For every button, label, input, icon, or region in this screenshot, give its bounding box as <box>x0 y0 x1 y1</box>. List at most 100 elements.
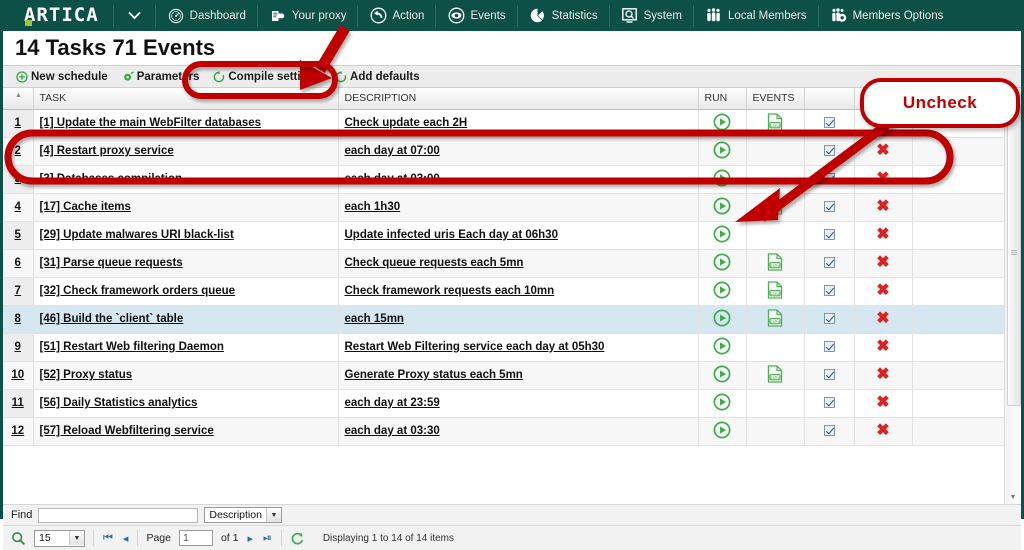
delete-cell[interactable]: ✖ <box>854 165 913 194</box>
delete-icon[interactable]: ✖ <box>876 339 889 355</box>
task-cell[interactable]: [29] Update malwares URI black-list <box>33 221 339 250</box>
nav-item-local-members[interactable]: Local Members <box>696 0 816 31</box>
delete-icon[interactable]: ✖ <box>876 283 889 299</box>
table-row[interactable]: 10 [52] Proxy status Generate Proxy status… <box>3 361 1005 390</box>
delete-cell[interactable]: ✖ <box>854 361 913 390</box>
events-cell[interactable]: LOG <box>746 277 805 306</box>
enabled-cell[interactable] <box>804 305 855 334</box>
task-cell[interactable]: [1] Update the main WebFilter databases <box>33 109 339 138</box>
table-row[interactable]: 11 [56] Daily Statistics analytics each da… <box>3 389 1005 418</box>
log-icon[interactable]: LOG <box>767 280 783 302</box>
vertical-scrollbar[interactable]: ▲ ▼ <box>1004 88 1021 504</box>
enabled-checkbox[interactable] <box>823 201 835 213</box>
nav-item-statistics[interactable]: Statistics <box>520 0 607 31</box>
table-row[interactable]: 4 [17] Cache items each 1h30 LOG ✖ <box>3 193 1005 222</box>
events-cell[interactable] <box>746 417 805 446</box>
enabled-checkbox[interactable] <box>823 341 835 353</box>
row-number-cell[interactable]: 7 <box>3 277 34 306</box>
enabled-cell[interactable] <box>804 417 855 446</box>
run-cell[interactable] <box>698 165 747 194</box>
nav-dropdown-toggle[interactable] <box>116 8 153 23</box>
delete-icon[interactable]: ✖ <box>876 171 889 187</box>
run-cell[interactable] <box>698 249 747 278</box>
nav-item-system[interactable]: System <box>612 0 691 31</box>
log-icon[interactable]: LOG <box>767 112 783 134</box>
last-page-icon[interactable]: ⏯ <box>262 532 273 545</box>
run-cell[interactable] <box>698 389 747 418</box>
row-number-cell[interactable]: 3 <box>3 165 34 194</box>
run-play-icon[interactable] <box>713 253 731 274</box>
page-number-input[interactable] <box>178 530 213 546</box>
table-row[interactable]: 3 [3] Databases compilation each day at 03… <box>3 165 1005 194</box>
events-cell[interactable] <box>746 165 805 194</box>
run-cell[interactable] <box>698 221 747 250</box>
enabled-cell[interactable] <box>804 221 855 250</box>
delete-cell[interactable]: ✖ <box>854 193 913 222</box>
run-cell[interactable] <box>698 193 747 222</box>
run-play-icon[interactable] <box>713 365 731 386</box>
enabled-cell[interactable] <box>804 277 855 306</box>
nav-item-members-options[interactable]: Members Options <box>821 0 953 31</box>
table-row[interactable]: 2 [4] Restart proxy service each day at 07… <box>3 137 1005 166</box>
prev-page-icon[interactable]: ◂ <box>122 532 130 545</box>
task-cell[interactable]: [17] Cache items <box>33 193 339 222</box>
events-cell[interactable]: LOG <box>746 109 805 138</box>
description-cell[interactable]: Restart Web Filtering service each day a… <box>338 333 699 362</box>
column-header-events[interactable]: EVENTS <box>746 88 805 110</box>
task-cell[interactable]: [52] Proxy status <box>33 361 339 390</box>
scrollbar-thumb[interactable] <box>1007 104 1021 406</box>
row-number-cell[interactable]: 1 <box>3 109 34 138</box>
column-header-task[interactable]: TASK <box>33 88 339 110</box>
enabled-cell[interactable] <box>804 165 855 194</box>
nav-item-events[interactable]: Events <box>438 0 514 31</box>
delete-icon[interactable]: ✖ <box>876 255 889 271</box>
row-number-cell[interactable]: 6 <box>3 249 34 278</box>
run-cell[interactable] <box>698 277 747 306</box>
log-icon[interactable]: LOG <box>767 308 783 330</box>
delete-icon[interactable]: ✖ <box>876 423 889 439</box>
events-cell[interactable]: LOG <box>746 305 805 334</box>
delete-cell[interactable]: ✖ <box>854 417 913 446</box>
description-cell[interactable]: each 1h30 <box>338 193 699 222</box>
table-row[interactable]: 7 [32] Check framework orders queue Check … <box>3 277 1005 306</box>
find-field-select[interactable]: Description ▼ <box>204 507 282 523</box>
row-number-cell[interactable]: 8 <box>3 305 34 334</box>
column-header-enabled[interactable] <box>804 88 855 110</box>
task-cell[interactable]: [4] Restart proxy service <box>33 137 339 166</box>
page-size-select[interactable]: 15 ▼ <box>34 529 85 547</box>
enabled-checkbox[interactable] <box>823 173 835 185</box>
run-play-icon[interactable] <box>713 225 731 246</box>
next-page-icon[interactable]: ▸ <box>246 532 254 545</box>
nav-item-action[interactable]: Action <box>360 0 433 31</box>
description-cell[interactable]: Check update each 2H <box>338 109 699 138</box>
description-cell[interactable]: each day at 03:00 <box>338 165 699 194</box>
delete-icon[interactable]: ✖ <box>876 227 889 243</box>
enabled-checkbox[interactable] <box>823 145 835 157</box>
run-play-icon[interactable] <box>713 393 731 414</box>
delete-cell[interactable]: ✖ <box>854 389 913 418</box>
run-play-icon[interactable] <box>713 141 731 162</box>
toolbar-parameters[interactable]: Parameters <box>115 71 207 83</box>
description-cell[interactable]: each day at 23:59 <box>338 389 699 418</box>
search-input[interactable] <box>38 507 199 523</box>
delete-cell[interactable]: ✖ <box>854 305 913 334</box>
run-cell[interactable] <box>698 305 747 334</box>
row-number-cell[interactable]: 2 <box>3 137 34 166</box>
row-number-cell[interactable]: 11 <box>3 389 34 418</box>
description-cell[interactable]: Check queue requests each 5mn <box>338 249 699 278</box>
table-row[interactable]: 5 [29] Update malwares URI black-list Upda… <box>3 221 1005 250</box>
enabled-cell[interactable] <box>804 389 855 418</box>
table-row[interactable]: 12 [57] Reload Webfiltering service each d… <box>3 417 1005 446</box>
description-cell[interactable]: Check framework requests each 10mn <box>338 277 699 306</box>
task-cell[interactable]: [51] Restart Web filtering Daemon <box>33 333 339 362</box>
run-play-icon[interactable] <box>713 421 731 442</box>
enabled-cell[interactable] <box>804 137 855 166</box>
delete-icon[interactable]: ✖ <box>876 311 889 327</box>
events-cell[interactable] <box>746 389 805 418</box>
delete-cell[interactable]: ✖ <box>854 137 913 166</box>
enabled-cell[interactable] <box>804 333 855 362</box>
events-cell[interactable] <box>746 221 805 250</box>
run-cell[interactable] <box>698 109 747 138</box>
scroll-down-arrow-icon[interactable]: ▼ <box>1005 490 1021 504</box>
log-icon[interactable]: LOG <box>767 196 783 218</box>
